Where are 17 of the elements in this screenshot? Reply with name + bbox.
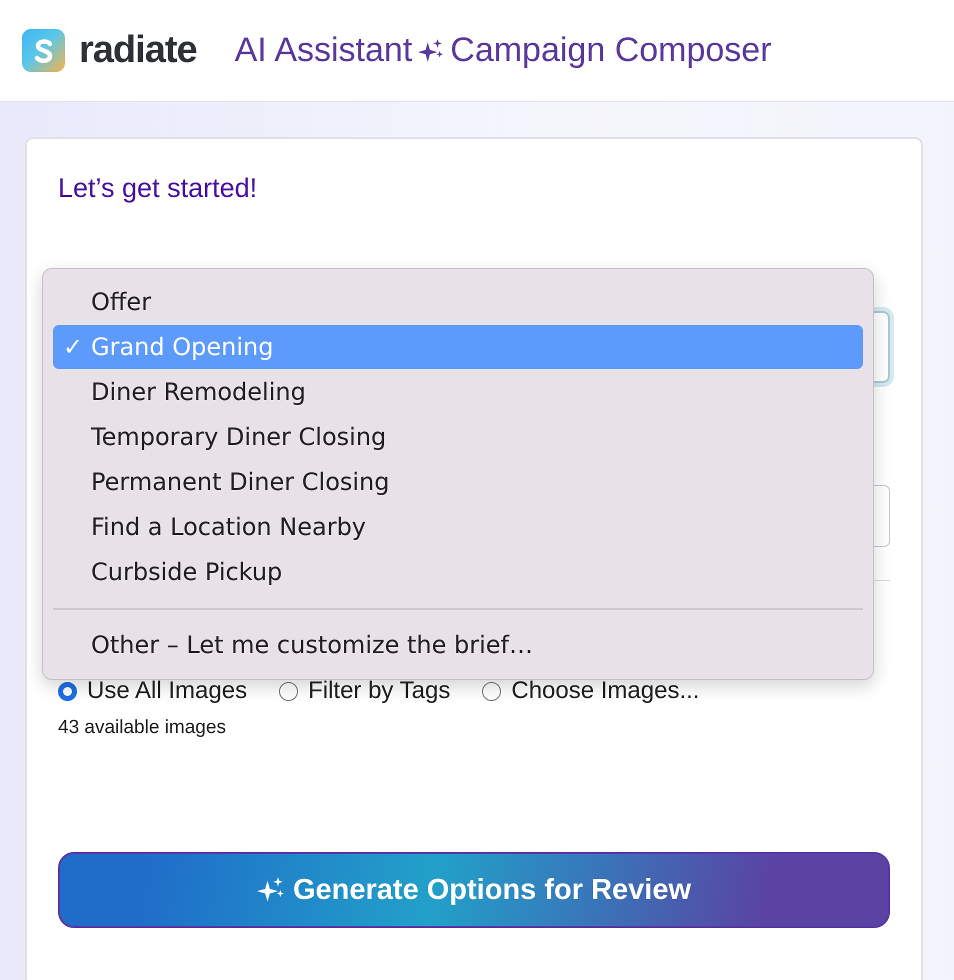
menu-item[interactable]: Diner Remodeling [53, 370, 863, 414]
brand-name: radiate [79, 29, 197, 72]
logo-icon [22, 29, 65, 72]
check-icon: ✓ [63, 333, 84, 361]
menu-item[interactable]: Other – Let me customize the brief… [53, 608, 863, 668]
section-heading: Let’s get started! [58, 173, 258, 204]
sparkle-icon [256, 876, 285, 904]
menu-item[interactable]: Find a Location Nearby [53, 505, 863, 549]
page-title: AI Assistant [234, 31, 412, 70]
menu-item[interactable]: Curbside Pickup [53, 550, 863, 594]
page-title: Campaign Composer [450, 31, 772, 70]
sparkle-icon [418, 38, 444, 64]
menu-item[interactable]: Temporary Diner Closing [53, 415, 863, 459]
menu-item[interactable]: Permanent Diner Closing [53, 460, 863, 504]
generate-button[interactable]: Generate Options for Review [58, 852, 890, 928]
menu-item[interactable]: Offer [53, 280, 863, 324]
image-count: 43 available images [58, 717, 227, 739]
